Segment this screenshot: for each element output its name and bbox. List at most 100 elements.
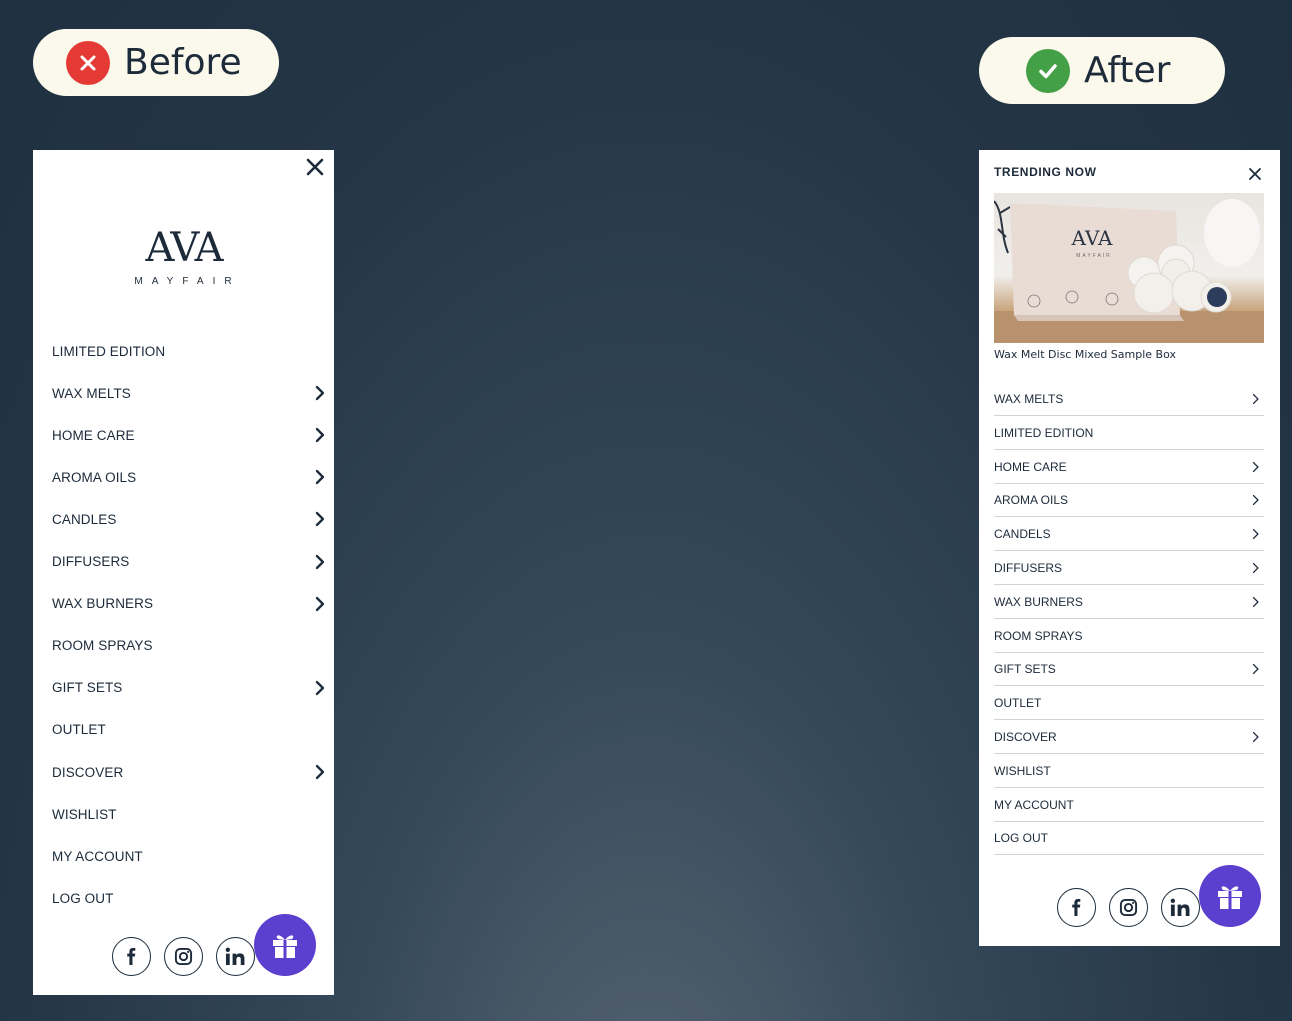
chevron-right-icon[interactable]: [1250, 596, 1262, 608]
chevron-right-icon[interactable]: [312, 385, 328, 401]
box-sub-text: MAYFAIR: [1076, 253, 1112, 259]
menu-item-label: LOG OUT: [52, 890, 114, 906]
menu-item-wishlist[interactable]: WISHLIST: [994, 755, 1264, 788]
after-label-text: After: [1084, 50, 1171, 91]
instagram-link[interactable]: [164, 937, 203, 976]
menu-item-label: ROOM SPRAYS: [52, 638, 153, 654]
instagram-link[interactable]: [1109, 888, 1148, 927]
menu-item-wax-melts[interactable]: WAX MELTS: [994, 383, 1264, 416]
menu-item-limited-edition[interactable]: LIMITED EDITION: [52, 336, 332, 366]
linkedin-icon: [225, 947, 246, 966]
menu-item-discover[interactable]: DISCOVER: [994, 721, 1264, 754]
menu-item-label: WAX BURNERS: [994, 594, 1083, 609]
menu-item-log-out[interactable]: LOG OUT: [52, 883, 332, 913]
menu-item-home-care[interactable]: HOME CARE: [994, 451, 1264, 484]
menu-item-label: LIMITED EDITION: [52, 343, 166, 359]
menu-item-label: WAX MELTS: [994, 392, 1064, 406]
close-icon[interactable]: [304, 156, 326, 178]
success-check-icon: [1026, 48, 1070, 93]
product-image[interactable]: AVA MAYFAIR: [994, 193, 1264, 343]
menu-item-my-account[interactable]: MY ACCOUNT: [994, 789, 1264, 822]
menu-item-diffusers[interactable]: DIFFUSERS: [994, 552, 1264, 585]
menu-item-wax-burners[interactable]: WAX BURNERS: [994, 586, 1264, 619]
menu-item-aroma-oils[interactable]: AROMA OILS: [52, 462, 332, 492]
linkedin-icon: [1170, 898, 1191, 917]
linkedin-link[interactable]: [216, 937, 255, 976]
before-label-text: Before: [124, 42, 242, 83]
chevron-right-icon[interactable]: [1250, 461, 1262, 473]
menu-item-label: CANDELS: [994, 527, 1051, 542]
menu-item-label: WAX BURNERS: [52, 596, 154, 612]
chevron-right-icon[interactable]: [1250, 731, 1262, 743]
before-label: Before: [33, 29, 279, 96]
chevron-right-icon[interactable]: [1250, 494, 1262, 506]
menu-item-candles[interactable]: CANDLES: [52, 504, 332, 534]
menu-item-limited-edition[interactable]: LIMITED EDITION: [994, 417, 1264, 450]
chevron-right-icon[interactable]: [1250, 663, 1262, 675]
facebook-icon: [1067, 898, 1086, 917]
menu-item-room-sprays[interactable]: ROOM SPRAYS: [994, 620, 1264, 653]
linkedin-link[interactable]: [1161, 888, 1200, 927]
menu-item-gift-sets[interactable]: GIFT SETS: [52, 673, 332, 703]
chevron-right-icon[interactable]: [1250, 393, 1262, 405]
facebook-icon: [122, 947, 141, 966]
trending-title: TRENDING NOW: [994, 165, 1097, 179]
social-links: [1057, 888, 1200, 927]
gift-icon: [1218, 886, 1242, 909]
menu-item-label: AROMA OILS: [994, 493, 1069, 508]
instagram-icon: [1119, 898, 1138, 917]
chevron-right-icon[interactable]: [312, 511, 328, 527]
menu-item-label: WAX MELTS: [52, 385, 131, 401]
chevron-right-icon[interactable]: [312, 764, 328, 780]
menu-item-label: HOME CARE: [994, 459, 1067, 474]
instagram-icon: [174, 947, 193, 966]
menu-item-log-out[interactable]: LOG OUT: [994, 822, 1264, 856]
menu-item-label: GIFT SETS: [994, 662, 1056, 677]
after-label: After: [979, 37, 1225, 104]
menu-item-label: MY ACCOUNT: [994, 797, 1074, 812]
menu-item-outlet[interactable]: OUTLET: [994, 687, 1264, 721]
menu-item-wax-melts[interactable]: WAX MELTS: [52, 378, 332, 408]
social-links: [112, 937, 255, 976]
ava-mayfair-logo[interactable]: AVA MAYFAIR: [33, 226, 334, 287]
menu-item-wax-burners[interactable]: WAX BURNERS: [52, 589, 332, 619]
menu-item-candels[interactable]: CANDELS: [994, 518, 1264, 552]
close-icon[interactable]: [1247, 166, 1263, 182]
menu-item-label: GIFT SETS: [52, 680, 123, 696]
menu-item-label: DISCOVER: [52, 764, 124, 780]
menu-item-my-account[interactable]: MY ACCOUNT: [52, 841, 332, 871]
chevron-right-icon[interactable]: [312, 596, 328, 612]
gift-button[interactable]: [1199, 865, 1261, 927]
chevron-right-icon[interactable]: [312, 680, 328, 696]
product-caption[interactable]: Wax Melt Disc Mixed Sample Box: [994, 348, 1176, 361]
menu-item-room-sprays[interactable]: ROOM SPRAYS: [52, 631, 332, 661]
menu-item-aroma-oils[interactable]: AROMA OILS: [994, 484, 1264, 518]
menu-item-label: LOG OUT: [994, 831, 1049, 846]
menu-item-label: HOME CARE: [52, 427, 135, 443]
menu-item-label: ROOM SPRAYS: [994, 628, 1083, 643]
facebook-link[interactable]: [1057, 888, 1096, 927]
menu-item-label: DIFFUSERS: [52, 554, 130, 569]
menu-item-label: CANDLES: [52, 511, 117, 527]
gift-icon: [273, 935, 297, 958]
menu-item-diffusers[interactable]: DIFFUSERS: [52, 547, 332, 577]
chevron-right-icon[interactable]: [1250, 562, 1262, 574]
menu-item-gift-sets[interactable]: GIFT SETS: [994, 653, 1264, 687]
menu-item-label: AROMA OILS: [52, 469, 137, 485]
menu-item-outlet[interactable]: OUTLET: [52, 715, 332, 745]
facebook-link[interactable]: [112, 937, 151, 976]
chevron-right-icon[interactable]: [312, 427, 328, 443]
menu-item-home-care[interactable]: HOME CARE: [52, 420, 332, 450]
box-brand-text: AVA: [1071, 226, 1114, 250]
chevron-right-icon[interactable]: [1250, 528, 1262, 540]
menu-item-label: OUTLET: [994, 696, 1042, 711]
before-menu-panel: AVA MAYFAIR LIMITED EDITION WAX MELTS HOME…: [33, 150, 334, 995]
chevron-right-icon[interactable]: [312, 469, 328, 485]
menu-item-wishlist[interactable]: WISHLIST: [52, 799, 332, 829]
menu-item-discover[interactable]: DISCOVER: [52, 757, 332, 787]
gift-button[interactable]: [254, 914, 316, 976]
menu-item-label: OUTLET: [52, 722, 106, 738]
logo-wordmark: AVA: [145, 225, 224, 271]
chevron-right-icon[interactable]: [312, 554, 328, 570]
after-menu-panel: TRENDING NOW AVA MAYFAIR Wax Melt Disc M…: [979, 150, 1280, 946]
